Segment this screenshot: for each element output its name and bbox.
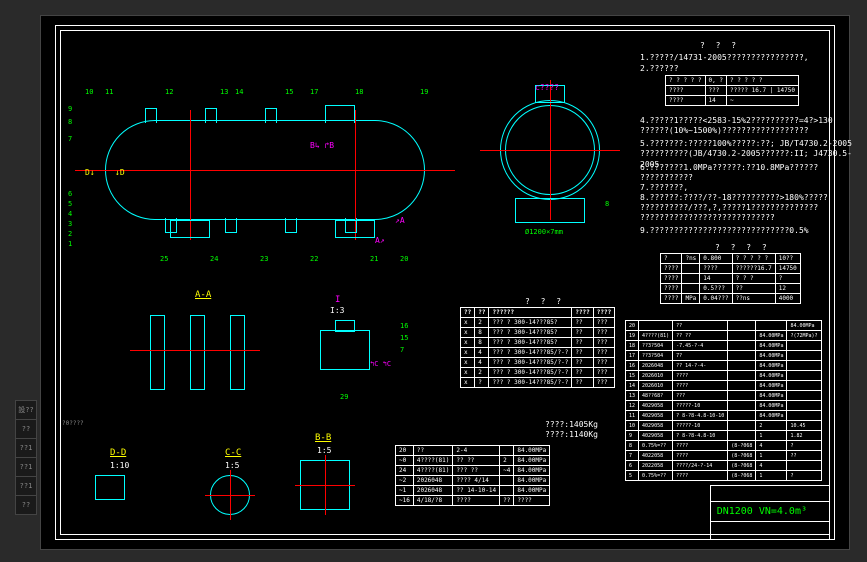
balloon-7: 7: [68, 135, 72, 143]
saddle-support-1: [170, 220, 210, 238]
balloon-20: 20: [400, 255, 408, 263]
weight-1: ????:1405Kg: [545, 420, 598, 429]
section-i-caption: I: [335, 295, 340, 305]
aa-part1: [150, 315, 165, 390]
balloon-8: 8: [68, 118, 72, 126]
balloon-11: 11: [105, 88, 113, 96]
balloon-10: 10: [85, 88, 93, 96]
balloon-2: 2: [68, 230, 72, 238]
tab-2[interactable]: ??: [15, 419, 37, 439]
layout-tabs: 設?? ?? ??1 ??1 ??1 ??: [15, 400, 37, 514]
balloon-19: 19: [420, 88, 428, 96]
notes-header: ? ? ?: [700, 40, 739, 51]
balloon-3: 3: [68, 220, 72, 228]
nozzle-bottom-2: [225, 218, 237, 233]
note-line-5: ??????(10%~1500%)??????????????????: [640, 125, 809, 136]
balloon-24: 24: [210, 255, 218, 263]
balloon-end-8: 8: [605, 200, 609, 208]
balloon-14: 14: [235, 88, 243, 96]
balloon-21: 21: [370, 255, 378, 263]
balloon-25: 25: [160, 255, 168, 263]
i-top: [335, 320, 355, 332]
balloon-18: 18: [355, 88, 363, 96]
note-line-9: 9.?????????????????????????????0.5%: [640, 225, 809, 236]
aa-centerline: [130, 350, 260, 351]
bom-table-left: 20??2-484.00MPa ~04????(81)?? ??284.00MP…: [395, 445, 550, 506]
section-cc-scale: 1:5: [225, 460, 239, 471]
dd-body: [95, 475, 125, 500]
saddle-support-2: [335, 220, 375, 238]
balloon-9: 9: [68, 105, 72, 113]
note-line-1: 1.?????/14731-2005????????????????,: [640, 52, 809, 63]
aa-part3: [230, 315, 245, 390]
nozzle-top-2: [205, 108, 217, 123]
weight-2: ????:1140Kg: [545, 430, 598, 439]
section-a-mark: ↗A: [395, 215, 405, 226]
spec1-hdr: ? ? ? ? ?: [666, 76, 706, 86]
detail-aa: [130, 310, 280, 400]
drawing-title: DN1200 VN=4.0m³: [717, 506, 807, 517]
bb-centerline-v: [325, 455, 326, 515]
section-dd-caption: D-D: [110, 448, 126, 458]
balloon-15b: 15: [400, 334, 408, 342]
centerline-horizontal: [75, 170, 455, 171]
tech-spec-header: ? ? ? ?: [715, 242, 770, 253]
note-line-8c: ????????????????????????????: [640, 212, 775, 223]
manway-top: [325, 105, 355, 123]
balloon-7b: 7: [400, 346, 404, 354]
nozzle-table-header: ? ? ?: [525, 296, 564, 307]
section-b-mark: B↳ ↱B: [310, 140, 334, 151]
end-saddle: [515, 198, 585, 223]
tech-spec-table: ? ?ns 0.800 ? ? ? ? ? 10?? ???? ???? ???…: [660, 253, 801, 304]
section-d-mark2: ↓D: [115, 167, 125, 178]
balloon-22: 22: [310, 255, 318, 263]
nozzle-schedule-table: ?? ?? ?????? ???? ???? x2??? ? 300-14???…: [460, 307, 615, 388]
section-bb-caption: B-B: [315, 433, 331, 443]
balloon-12: 12: [165, 88, 173, 96]
cc-centerline-v: [230, 470, 231, 520]
corner-label: ?0????: [62, 420, 84, 428]
tb-div2: [711, 521, 829, 522]
balloon-29: 29: [340, 393, 348, 401]
tab-3[interactable]: ??1: [15, 438, 37, 458]
section-aa-caption: A-A: [195, 290, 211, 300]
aa-part2: [190, 315, 205, 390]
balloon-1: 1: [68, 240, 72, 248]
balloon-13: 13: [220, 88, 228, 96]
tab-6[interactable]: ??: [15, 495, 37, 515]
balloon-15: 15: [285, 88, 293, 96]
balloon-16: 16: [400, 322, 408, 330]
i-body: [320, 330, 370, 370]
note-line-2: 2.??????: [640, 63, 679, 74]
balloon-17: 17: [310, 88, 318, 96]
tab-5[interactable]: ??1: [15, 476, 37, 496]
tb-div1: [711, 501, 829, 502]
balloon-6: 6: [68, 190, 72, 198]
tab-1[interactable]: 設??: [15, 400, 37, 420]
section-i-scale: I:3: [330, 305, 344, 316]
end-diameter-dim: Ø1200×7mm: [525, 228, 563, 236]
nozzle-top-1: [145, 108, 157, 123]
section-d-mark: D↓: [85, 167, 95, 178]
nozzle-top-3: [265, 108, 277, 123]
detail-i: [300, 320, 390, 390]
balloon-5: 5: [68, 200, 72, 208]
parts-list-table: 20??84.00MPa 194????(81)?? ??84.00MPa?(7…: [625, 320, 822, 481]
balloon-23: 23: [260, 255, 268, 263]
nozzle-bottom-3: [285, 218, 297, 233]
end-view-label: c????: [535, 82, 559, 93]
section-a-mark2: A↗: [375, 235, 385, 246]
section-cc-caption: C-C: [225, 448, 241, 458]
section-c-mark: ↰C ↰C: [370, 360, 391, 370]
balloon-4: 4: [68, 210, 72, 218]
section-dd-scale: 1:10: [110, 460, 129, 471]
small-spec-table-1: ? ? ? ? ?0, ?? ? ? ? ? ???????????? 16.7…: [665, 75, 799, 106]
tab-4[interactable]: ??1: [15, 457, 37, 477]
